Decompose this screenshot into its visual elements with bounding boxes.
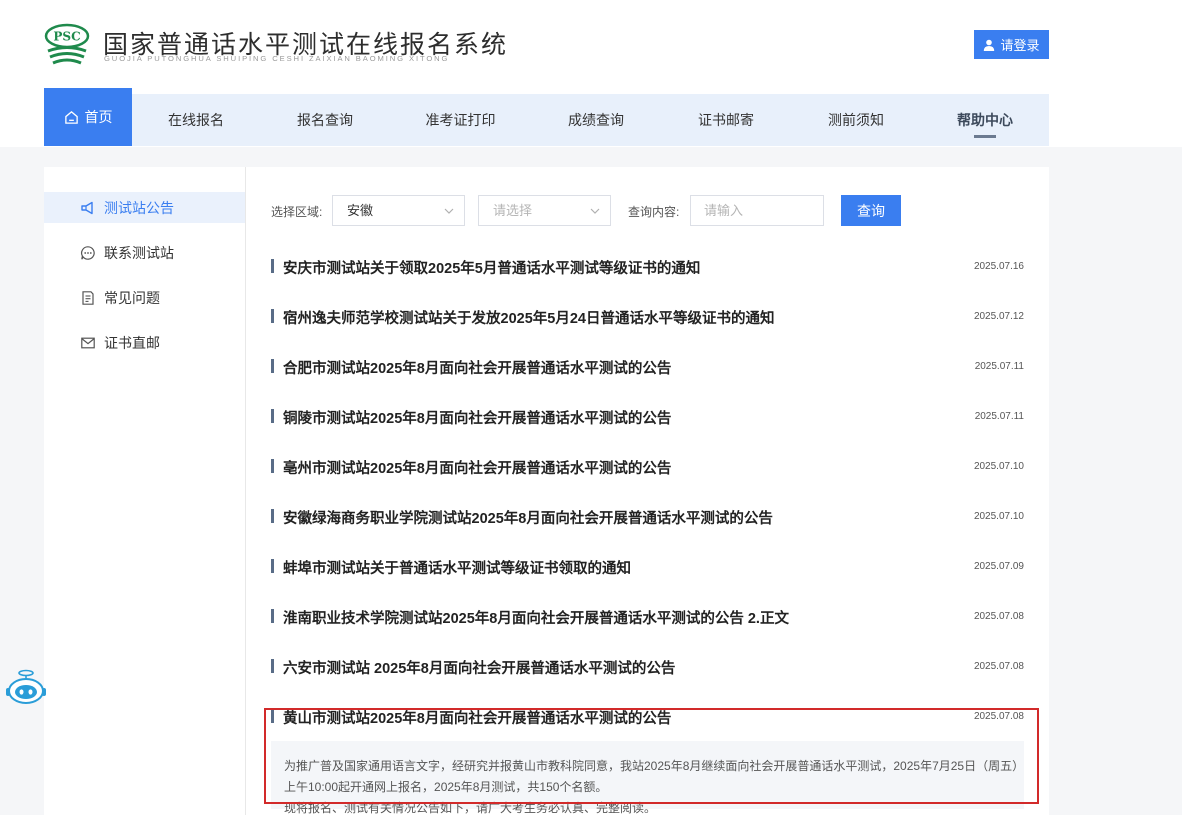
nav-home[interactable]: 首页 [44, 88, 132, 146]
list-item[interactable]: 铜陵市测试站2025年8月面向社会开展普通话水平测试的公告 2025.07.11 [271, 391, 1024, 441]
query-label: 查询内容: [628, 205, 680, 219]
notice-date: 2025.07.12 [973, 311, 1024, 322]
city-select[interactable]: 请选择 [478, 195, 611, 226]
sidebar-item-faq[interactable]: 常见问题 [44, 282, 245, 313]
notice-title: 亳州市测试站2025年8月面向社会开展普通话水平测试的公告 [283, 461, 672, 477]
login-label: 请登录 [1000, 38, 1040, 53]
nav-admission-ticket[interactable]: 准考证打印 [390, 94, 531, 146]
document-icon [82, 290, 94, 305]
mail-icon [81, 337, 95, 348]
region-select-value: 安徽 [347, 203, 374, 218]
login-button[interactable]: 请登录 [974, 30, 1049, 59]
notice-date: 2025.07.08 [973, 661, 1024, 672]
city-select-placeholder: 请选择 [493, 203, 533, 218]
notice-date: 2025.07.11 [974, 361, 1024, 372]
list-item-marker [271, 459, 274, 473]
nav-help-center[interactable]: 帮助中心 [921, 94, 1049, 146]
list-item-marker [271, 359, 274, 373]
megaphone-icon [81, 201, 93, 214]
sidebar: 测试站公告 联系测试站 常见问题 证书直邮 [44, 167, 246, 815]
chat-icon [81, 245, 95, 260]
notice-date: 2025.07.11 [974, 411, 1024, 422]
notice-date: 2025.07.16 [973, 261, 1024, 272]
notice-date: 2025.07.10 [973, 511, 1024, 522]
site-header: PSC 国家普通话水平测试在线报名系统 GUOJIA PUTONGHUA SHU… [0, 0, 1182, 147]
chevron-down-icon [444, 208, 454, 214]
nav-registration-query[interactable]: 报名查询 [260, 94, 390, 146]
content-card: 测试站公告 联系测试站 常见问题 证书直邮 选择区域: 安徽 请选择 查询内容:… [44, 167, 1049, 815]
nav-help-label: 帮助中心 [957, 112, 1013, 128]
sidebar-label: 证书直邮 [104, 334, 160, 351]
list-item[interactable]: 安徽绿海商务职业学院测试站2025年8月面向社会开展普通话水平测试的公告 202… [271, 491, 1024, 541]
notice-title: 合肥市测试站2025年8月面向社会开展普通话水平测试的公告 [283, 361, 672, 377]
nav-home-label: 首页 [84, 109, 113, 125]
region-select[interactable]: 安徽 [332, 195, 465, 226]
notice-date: 2025.07.09 [973, 561, 1024, 572]
notice-title: 安庆市测试站关于领取2025年5月普通话水平测试等级证书的通知 [283, 261, 701, 277]
list-item[interactable]: 黄山市测试站2025年8月面向社会开展普通话水平测试的公告 2025.07.08 [271, 691, 1024, 741]
query-input[interactable]: 请输入 [690, 195, 824, 226]
notice-date: 2025.07.10 [973, 461, 1024, 472]
notice-title: 安徽绿海商务职业学院测试站2025年8月面向社会开展普通话水平测试的公告 [283, 511, 773, 527]
nav-certificate-mail[interactable]: 证书邮寄 [661, 94, 791, 146]
psc-logo: PSC [44, 23, 90, 65]
logo-text: PSC [53, 30, 80, 44]
notice-title: 黄山市测试站2025年8月面向社会开展普通话水平测试的公告 [283, 711, 672, 727]
nav-online-registration[interactable]: 在线报名 [132, 94, 260, 146]
list-item[interactable]: 亳州市测试站2025年8月面向社会开展普通话水平测试的公告 2025.07.10 [271, 441, 1024, 491]
notice-title: 淮南职业技术学院测试站2025年8月面向社会开展普通话水平测试的公告 2.正文 [283, 611, 789, 627]
notice-title: 六安市测试站 2025年8月面向社会开展普通话水平测试的公告 [283, 661, 676, 677]
sidebar-item-contact-station[interactable]: 联系测试站 [44, 237, 245, 268]
sidebar-label: 常见问题 [104, 289, 160, 306]
home-icon [64, 110, 78, 124]
main-nav: 首页 在线报名 报名查询 准考证打印 成绩查询 证书邮寄 测前须知 帮助中心 [44, 88, 1049, 146]
sidebar-item-certificate-mail[interactable]: 证书直邮 [44, 327, 245, 358]
list-item-marker [271, 509, 274, 523]
notice-detail-line: 上午10:00起开通网上报名，2025年8月测试，共150个名额。 [284, 780, 608, 794]
list-item[interactable]: 宿州逸夫师范学校测试站关于发放2025年5月24日普通话水平等级证书的通知 20… [271, 291, 1024, 341]
sidebar-item-station-notices[interactable]: 测试站公告 [44, 192, 245, 223]
notice-title: 蚌埠市测试站关于普通话水平测试等级证书领取的通知 [283, 561, 631, 577]
list-item[interactable]: 安庆市测试站关于领取2025年5月普通话水平测试等级证书的通知 2025.07.… [271, 241, 1024, 291]
chatbot-robot-icon[interactable] [4, 668, 48, 706]
list-item[interactable]: 淮南职业技术学院测试站2025年8月面向社会开展普通话水平测试的公告 2.正文 … [271, 591, 1024, 641]
list-item-marker [271, 609, 274, 623]
region-label: 选择区域: [271, 205, 323, 219]
sidebar-label: 测试站公告 [104, 199, 174, 216]
nav-active-underline [974, 135, 996, 138]
chevron-down-icon [590, 208, 600, 214]
list-item-marker [271, 259, 274, 273]
list-item[interactable]: 六安市测试站 2025年8月面向社会开展普通话水平测试的公告 2025.07.0… [271, 641, 1024, 691]
nav-test-notes[interactable]: 测前须知 [791, 94, 921, 146]
notice-title: 宿州逸夫师范学校测试站关于发放2025年5月24日普通话水平等级证书的通知 [283, 311, 775, 327]
notice-detail-line: 为推广普及国家通用语言文字，经研究并报黄山市教科院同意，我站2025年8月继续面… [284, 759, 1025, 773]
notice-detail: 为推广普及国家通用语言文字，经研究并报黄山市教科院同意，我站2025年8月继续面… [271, 741, 1025, 815]
site-subtitle: GUOJIA PUTONGHUA SHUIPING CESHI ZAIXIAN … [104, 54, 450, 63]
notice-title: 铜陵市测试站2025年8月面向社会开展普通话水平测试的公告 [283, 411, 672, 427]
list-item-marker [271, 309, 274, 323]
sidebar-label: 联系测试站 [104, 244, 174, 261]
list-item-marker [271, 559, 274, 573]
list-item-marker [271, 709, 274, 723]
user-icon [984, 39, 995, 51]
list-item[interactable]: 蚌埠市测试站关于普通话水平测试等级证书领取的通知 2025.07.09 [271, 541, 1024, 591]
list-item[interactable]: 合肥市测试站2025年8月面向社会开展普通话水平测试的公告 2025.07.11 [271, 341, 1024, 391]
notice-date: 2025.07.08 [973, 611, 1024, 622]
list-item-marker [271, 409, 274, 423]
notice-date: 2025.07.08 [973, 711, 1024, 722]
nav-score-query[interactable]: 成绩查询 [531, 94, 661, 146]
query-button[interactable]: 查询 [841, 195, 901, 226]
list-item-marker [271, 659, 274, 673]
notice-detail-line: 现将报名、测试有关情况公告如下，请广大考生务必认真、完整阅读。 [284, 801, 657, 815]
